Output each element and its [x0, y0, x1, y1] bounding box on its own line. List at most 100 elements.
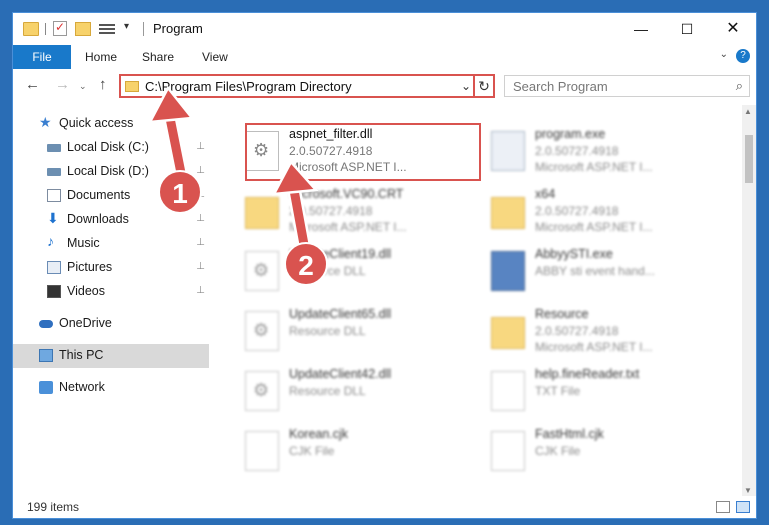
sidebar-item-videos[interactable]: Videos ⊥ [13, 280, 209, 304]
title-bar: ▾ Program — ☐ ✕ [13, 13, 756, 45]
expand-ribbon-chevron-icon[interactable]: ⌄ [720, 49, 728, 60]
new-folder-icon[interactable] [75, 22, 91, 36]
sidebar-item-label: Network [59, 380, 105, 394]
sidebar-item-label: Videos [67, 284, 105, 298]
forward-arrow-icon[interactable]: → [55, 76, 70, 93]
download-icon: ⬇ [47, 210, 59, 226]
sidebar-item-onedrive[interactable]: OneDrive [13, 312, 209, 336]
drive-icon [47, 168, 61, 176]
sidebar-item-label: Documents [67, 188, 131, 202]
file-name: FastHtml.cjk [535, 427, 604, 441]
back-arrow-icon[interactable]: ← [25, 76, 40, 93]
vertical-scrollbar[interactable]: ▲ ▼ [742, 105, 756, 497]
sidebar-item-label: Quick access [59, 116, 134, 130]
search-placeholder: Search Program [513, 79, 608, 94]
ribbon-tabs: File Home Share View ⌄ ? [13, 45, 756, 69]
file-name: Microsoft.VC90.CRT [289, 187, 404, 201]
close-button[interactable]: ✕ [710, 13, 756, 45]
file-item[interactable]: help.fineReader.txt TXT File [485, 363, 725, 421]
scroll-down-arrow-icon[interactable]: ▼ [744, 486, 752, 495]
file-name: AbbyySTI.exe [535, 247, 613, 261]
pin-icon[interactable]: ⊥ [196, 237, 205, 248]
address-bar[interactable]: C:\Program Files\Program Directory ⌄ ↻ [119, 74, 495, 98]
documents-icon [47, 189, 61, 202]
properties-icon[interactable] [53, 20, 67, 36]
file-description: Microsoft ASP.NET I... [289, 220, 407, 234]
file-item[interactable]: x64 2.0.50727.4918 Microsoft ASP.NET I..… [485, 183, 725, 241]
sidebar-item-local-disk-c[interactable]: Local Disk (C:) ⊥ [13, 136, 209, 160]
pin-icon[interactable]: ⊥ [196, 165, 205, 176]
file-item[interactable]: AbbyySTI.exe ABBY sti event hand... [485, 243, 725, 301]
star-icon: ★ [39, 114, 52, 130]
file-description: ABBY sti event hand... [535, 264, 655, 278]
file-item[interactable]: UpdateClient19.dll Resource DLL [239, 243, 479, 301]
file-type: Resource DLL [289, 384, 366, 398]
up-arrow-icon[interactable]: ↑ [99, 76, 107, 93]
file-name: Resource [535, 307, 589, 321]
app-icon [491, 251, 525, 291]
recent-locations-chevron-icon[interactable]: ⌄ [79, 81, 87, 92]
sidebar-item-label: Music [67, 236, 100, 250]
search-input[interactable]: Search Program ⌕ [504, 75, 750, 97]
status-bar: 199 items [13, 496, 756, 518]
file-item[interactable]: FastHtml.cjk CJK File [485, 423, 725, 481]
toolbar-divider [45, 23, 46, 35]
navigation-pane: ★ Quick access Local Disk (C:) ⊥ Local D… [13, 105, 209, 497]
pin-icon[interactable]: ⊥ [196, 141, 205, 152]
file-item[interactable]: Korean.cjk CJK File [239, 423, 479, 481]
file-item[interactable]: Microsoft.VC90.CRT 2.0.50727.4918 Micros… [239, 183, 479, 241]
maximize-button[interactable]: ☐ [664, 13, 710, 45]
file-version: 2.0.50727.4918 [535, 144, 619, 158]
minimize-button[interactable]: — [618, 13, 664, 45]
file-item[interactable]: UpdateClient42.dll Resource DLL [239, 363, 479, 421]
file-name: UpdateClient65.dll [289, 307, 392, 321]
view-options-icon[interactable] [99, 22, 115, 35]
dll-icon [245, 371, 279, 411]
pin-icon[interactable]: ⊥ [196, 261, 205, 272]
pin-icon[interactable]: ⊥ [196, 285, 205, 296]
sidebar-item-label: OneDrive [59, 316, 112, 330]
tab-share[interactable]: Share [142, 45, 174, 69]
folder-icon [491, 317, 525, 349]
address-history-chevron-icon[interactable]: ⌄ [461, 79, 471, 93]
title-divider [143, 22, 144, 36]
file-version: 2.0.50727.4918 [289, 204, 373, 218]
address-row: ← → ⌄ ↑ C:\Program Files\Program Directo… [13, 71, 756, 101]
refresh-icon[interactable]: ↻ [473, 74, 493, 98]
customize-toolbar-chevron-icon[interactable]: ▾ [124, 21, 129, 39]
scroll-thumb[interactable] [745, 135, 753, 183]
drive-icon [47, 144, 61, 152]
file-item[interactable]: program.exe 2.0.50727.4918 Microsoft ASP… [485, 123, 725, 181]
details-view-icon[interactable] [716, 501, 730, 513]
file-type: CJK File [535, 444, 581, 458]
scroll-up-arrow-icon[interactable]: ▲ [744, 107, 752, 116]
pc-icon [39, 349, 53, 362]
search-icon[interactable]: ⌕ [736, 78, 743, 94]
cloud-icon [39, 320, 53, 328]
pictures-icon [47, 261, 61, 274]
file-description: Microsoft ASP.NET I... [535, 160, 653, 174]
tab-view[interactable]: View [202, 45, 228, 69]
file-name: program.exe [535, 127, 606, 141]
address-path[interactable]: C:\Program Files\Program Directory [145, 79, 352, 94]
sidebar-item-music[interactable]: ♪ Music ⊥ [13, 232, 209, 256]
pin-icon[interactable]: ⊥ [196, 213, 205, 224]
sidebar-item-label: Downloads [67, 212, 129, 226]
music-icon: ♪ [47, 233, 54, 249]
sidebar-item-network[interactable]: Network [13, 376, 209, 400]
help-icon[interactable]: ? [736, 49, 750, 63]
large-icons-view-icon[interactable] [736, 501, 750, 513]
sidebar-item-pictures[interactable]: Pictures ⊥ [13, 256, 209, 280]
file-item[interactable]: UpdateClient65.dll Resource DLL [239, 303, 479, 361]
file-type: TXT File [535, 384, 581, 398]
tab-file[interactable]: File [13, 45, 71, 69]
file-name: Korean.cjk [289, 427, 349, 441]
tab-home[interactable]: Home [85, 45, 117, 69]
text-file-icon [491, 431, 525, 471]
sidebar-item-this-pc[interactable]: This PC [13, 344, 209, 368]
item-count: 199 items [27, 500, 80, 514]
file-item[interactable]: Resource 2.0.50727.4918 Microsoft ASP.NE… [485, 303, 725, 361]
folder-icon [23, 22, 39, 36]
sidebar-item-quick-access[interactable]: ★ Quick access [13, 112, 209, 136]
file-description: Microsoft ASP.NET I... [535, 340, 653, 354]
